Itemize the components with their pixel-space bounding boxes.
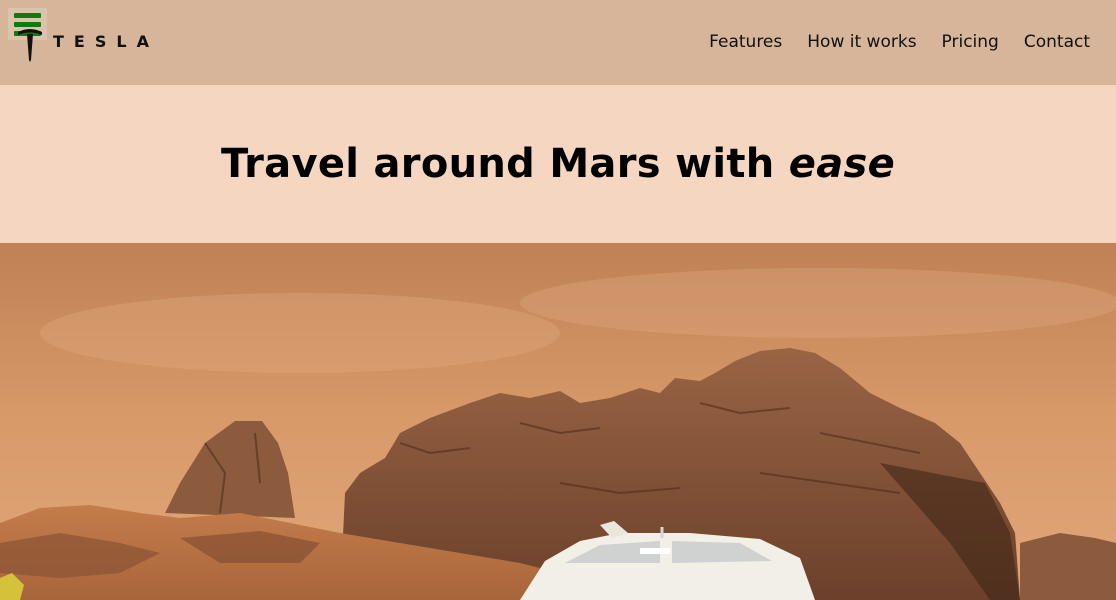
hero-title: Travel around Mars with ease — [221, 141, 895, 187]
hero-title-emphasis: ease — [788, 141, 896, 187]
logo[interactable]: TESLA — [16, 26, 176, 62]
mars-landscape-image — [0, 243, 1116, 600]
nav-features[interactable]: Features — [709, 32, 782, 52]
main-nav: Features How it works Pricing Contact — [709, 32, 1090, 52]
hero-title-prefix: Travel around Mars with — [220, 141, 789, 187]
hero-section: Travel around Mars with ease — [0, 85, 1116, 243]
menu-bar — [14, 12, 41, 18]
nav-pricing[interactable]: Pricing — [942, 32, 999, 52]
nav-how-it-works[interactable]: How it works — [807, 32, 916, 52]
tesla-t-icon — [18, 29, 42, 62]
nav-contact[interactable]: Contact — [1024, 32, 1090, 52]
brand-wordmark: TESLA — [53, 32, 159, 51]
site-header: TESLA Features How it works Pricing Cont… — [0, 0, 1116, 85]
